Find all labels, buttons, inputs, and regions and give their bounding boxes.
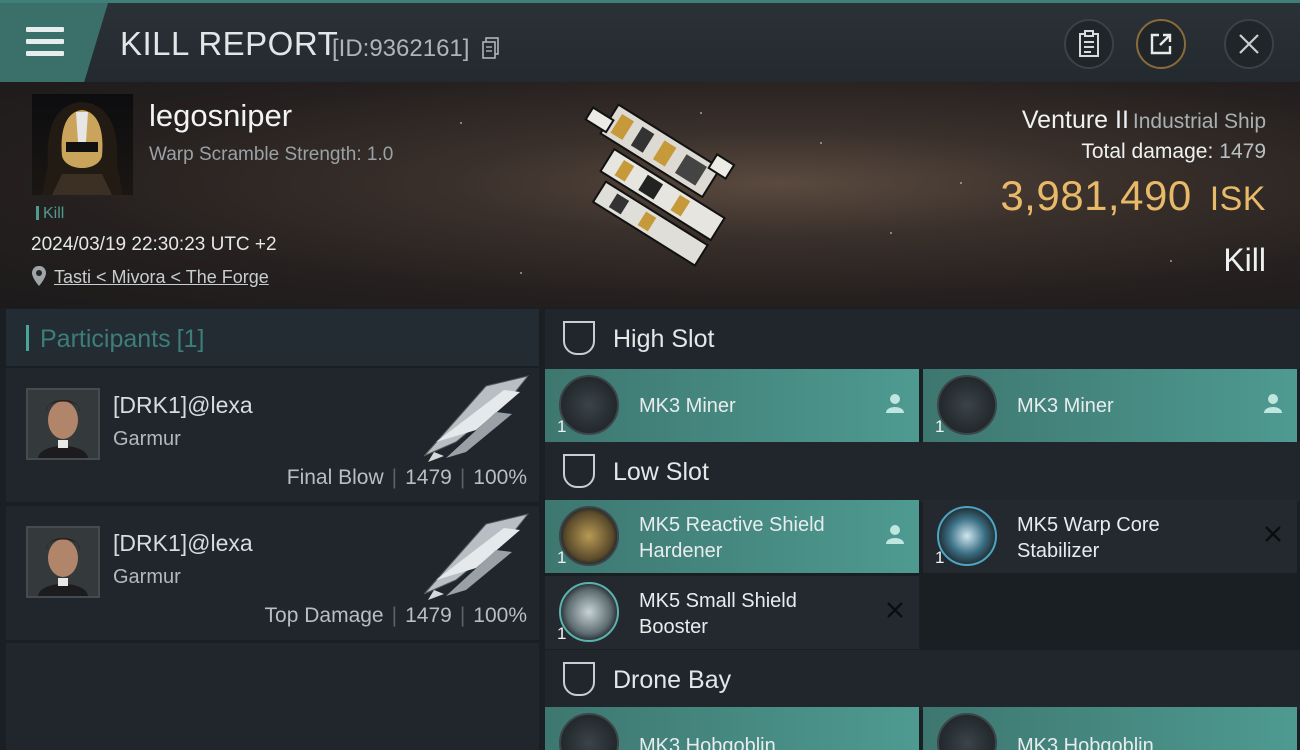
slot-icon <box>563 454 595 488</box>
module-name: MK3 Miner <box>1017 395 1114 417</box>
participant-ship-image <box>423 513 530 600</box>
drone-bay-header: Drone Bay <box>545 650 1300 710</box>
participant-percent: 100% <box>473 604 527 627</box>
menu-icon[interactable] <box>26 27 64 57</box>
close-button[interactable] <box>1224 19 1274 69</box>
module-name: MK5 Reactive Shield Hardener <box>639 514 825 562</box>
shield-hardener-icon <box>559 506 619 566</box>
participant-stats: Final Blow | 1479 | 100% <box>286 466 527 489</box>
miner-module-icon <box>559 375 619 435</box>
participants-label: Participants <box>40 325 171 353</box>
report-id: [ID:9362161] <box>332 35 470 62</box>
destroyed-icon <box>887 602 903 618</box>
isk-value: 3,981,490 ISK <box>1000 172 1266 220</box>
victim-panel: legosniper Warp Scramble Strength: 1.0 K… <box>0 82 1300 308</box>
kill-datetime: 2024/03/19 22:30:23 UTC +2 <box>31 234 277 255</box>
total-damage: Total damage: 1479 <box>1081 140 1266 164</box>
module-item[interactable]: 1 MK5 Warp Core Stabilizer <box>923 500 1297 573</box>
location-pin-icon <box>32 266 46 286</box>
module-quantity: 1 <box>935 417 945 436</box>
module-name: MK5 Warp Core Stabilizer <box>1017 514 1160 562</box>
module-name: MK3 Hobgoblin <box>1017 735 1154 750</box>
close-icon <box>1239 34 1259 54</box>
share-icon <box>1150 33 1172 55</box>
slot-icon <box>563 321 595 355</box>
participant-card[interactable]: [DRK1]@lexa Garmur Top Damage | 1479 | 100% <box>6 506 539 640</box>
isk-unit: ISK <box>1209 180 1266 218</box>
clipboard-button[interactable] <box>1064 19 1114 69</box>
victim-name[interactable]: legosniper <box>149 98 292 134</box>
participant-role: Top Damage <box>264 604 384 627</box>
victim-ship-name[interactable]: Venture II <box>1022 106 1129 134</box>
pilot-icon <box>1264 394 1282 413</box>
participant-avatar[interactable] <box>26 526 100 598</box>
menu-tab[interactable] <box>0 3 108 82</box>
drone-icon <box>559 713 619 750</box>
drone-icon <box>937 713 997 750</box>
participant-name[interactable]: [DRK1]@lexa <box>113 392 253 419</box>
participant-avatar[interactable] <box>26 388 100 460</box>
low-slot-header: Low Slot <box>545 442 1300 502</box>
module-name: MK3 Miner <box>639 395 736 417</box>
pilot-icon <box>886 394 904 413</box>
kill-result: Kill <box>1223 242 1266 278</box>
kill-tag: Kill <box>36 205 64 223</box>
destroyed-icon <box>1265 526 1281 542</box>
participants-empty-area <box>6 643 539 750</box>
victim-ship-image <box>584 103 736 267</box>
module-item[interactable]: MK3 Hobgoblin <box>923 707 1297 750</box>
warp-core-stabilizer-icon <box>937 506 997 566</box>
clipboard-icon <box>1079 30 1099 57</box>
participant-card[interactable]: [DRK1]@lexa Garmur Final Blow | 1479 | 100% <box>6 368 539 502</box>
module-item[interactable]: 1 MK3 Miner <box>923 369 1297 442</box>
copy-icon[interactable] <box>482 37 500 59</box>
isk-amount: 3,981,490 <box>1000 172 1192 219</box>
participant-name[interactable]: [DRK1]@lexa <box>113 530 253 557</box>
warp-scramble-strength: Warp Scramble Strength: 1.0 <box>149 144 394 165</box>
participants-header: Participants [1] <box>6 309 539 366</box>
total-damage-label: Total damage: <box>1081 140 1214 163</box>
kill-location-link[interactable]: Tasti < Mivora < The Forge <box>54 267 269 288</box>
module-item[interactable]: MK3 Hobgoblin <box>545 707 919 750</box>
shield-booster-icon <box>559 582 619 642</box>
participant-stats: Top Damage | 1479 | 100% <box>264 604 527 627</box>
module-name: MK5 Small Shield Booster <box>639 590 797 638</box>
victim-ship: Venture II Industrial Ship <box>1022 106 1266 135</box>
slot-icon <box>563 662 595 696</box>
participant-percent: 100% <box>473 466 527 489</box>
module-item[interactable]: 1 MK3 Miner <box>545 369 919 442</box>
total-damage-value: 1479 <box>1219 140 1266 163</box>
pilot-icon <box>886 525 904 544</box>
participant-role: Final Blow <box>286 466 384 489</box>
participant-damage: 1479 <box>405 466 452 489</box>
high-slot-header: High Slot <box>545 309 1300 369</box>
module-quantity: 1 <box>557 417 567 436</box>
participant-ship: Garmur <box>113 566 181 588</box>
module-name: MK3 Hobgoblin <box>639 735 776 750</box>
module-item[interactable]: 1 MK5 Small Shield Booster <box>545 576 919 649</box>
participant-ship: Garmur <box>113 428 181 450</box>
slot-title: High Slot <box>613 325 715 353</box>
slot-title: Low Slot <box>613 458 709 486</box>
share-button[interactable] <box>1136 19 1186 69</box>
module-quantity: 1 <box>557 624 567 643</box>
miner-module-icon <box>937 375 997 435</box>
participant-damage: 1479 <box>405 604 452 627</box>
slot-title: Drone Bay <box>613 666 732 694</box>
victim-ship-class: Industrial Ship <box>1132 110 1266 133</box>
header-bar: KILL REPORT [ID:9362161] <box>0 0 1300 82</box>
participant-ship-image <box>423 375 530 462</box>
module-item[interactable]: 1 MK5 Reactive Shield Hardener <box>545 500 919 573</box>
victim-avatar[interactable] <box>32 94 133 195</box>
module-quantity: 1 <box>935 548 945 567</box>
page-title: KILL REPORT <box>120 25 339 62</box>
participants-count: [1] <box>176 325 205 353</box>
module-quantity: 1 <box>557 548 567 567</box>
